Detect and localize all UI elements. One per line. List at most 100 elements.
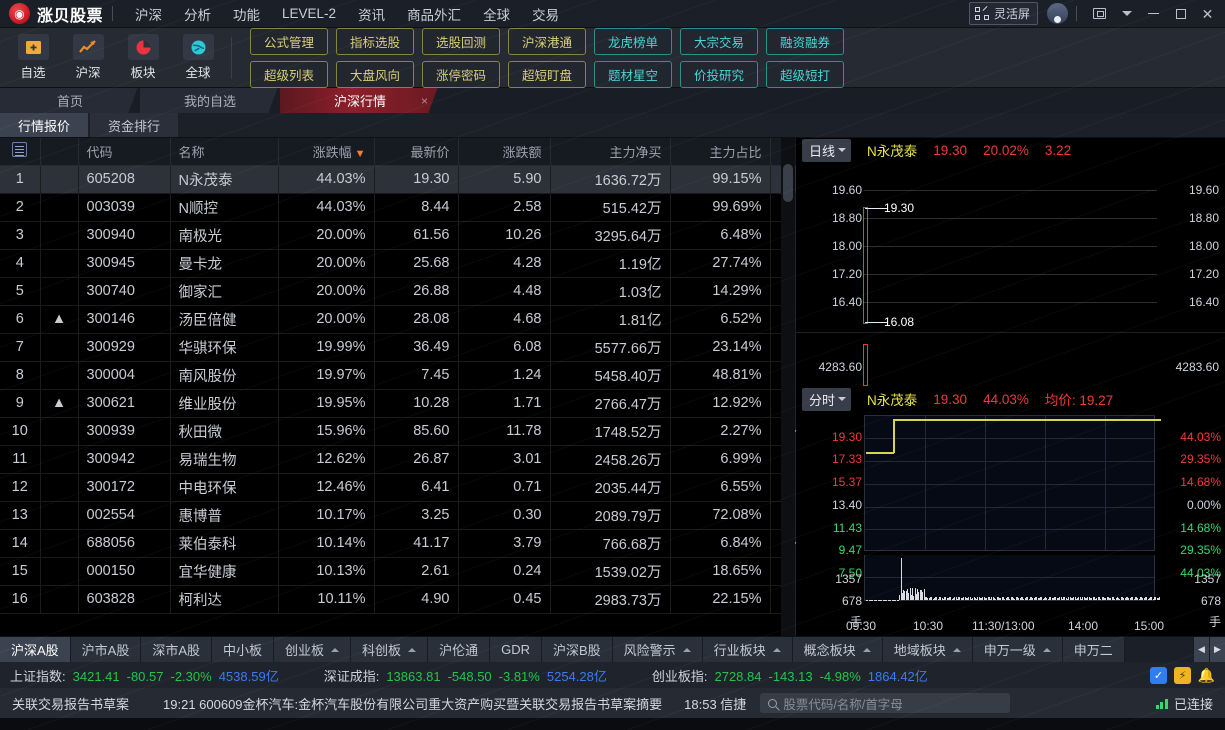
period-select-daily[interactable]: 日线 xyxy=(802,139,851,162)
chevron-up-icon[interactable] xyxy=(408,648,416,652)
scrollbar-thumb[interactable] xyxy=(783,164,793,202)
tab-my-watchlist[interactable]: 我的自选 xyxy=(140,88,280,113)
chevron-up-icon[interactable] xyxy=(773,648,781,652)
menu-item-jiaoyi[interactable]: 交易 xyxy=(521,0,570,28)
table-row[interactable]: 4300945曼卡龙20.00%25.684.281.19亿27.74% xyxy=(0,249,821,277)
table-row[interactable]: 5300740御家汇20.00%26.884.481.03亿14.29% xyxy=(0,277,821,305)
period-select-intraday[interactable]: 分时 xyxy=(802,388,851,411)
chip-dazongjiaoyi[interactable]: 大宗交易 xyxy=(680,28,758,55)
table-row[interactable]: 3300940南极光20.00%61.5610.263295.64万6.48% xyxy=(0,221,821,249)
table-row[interactable]: 9▲300621维业股份19.95%10.281.712766.47万12.92… xyxy=(0,389,821,417)
tab-home[interactable]: 首页 xyxy=(0,88,140,113)
sector-tab[interactable]: 沪深A股 xyxy=(0,637,71,662)
chip-chaoduandingpan[interactable]: 超短盯盘 xyxy=(508,61,586,88)
sector-tab[interactable]: 地域板块 xyxy=(883,637,973,662)
sector-tab[interactable]: 中小板 xyxy=(212,637,274,662)
header-change-pct[interactable]: 涨跌幅▼ xyxy=(278,138,374,165)
chip-chaojiduanda[interactable]: 超级短打 xyxy=(766,61,844,88)
chevron-up-icon[interactable] xyxy=(953,648,961,652)
mail-icon[interactable]: ✓ xyxy=(1150,667,1167,684)
sector-tab[interactable]: 申万二 xyxy=(1063,637,1125,662)
toolbar-button-zixuan[interactable]: 自选 xyxy=(10,34,56,81)
vertical-scrollbar[interactable] xyxy=(781,138,795,636)
table-row[interactable]: 15000150宜华健康10.13%2.610.241539.02万18.65% xyxy=(0,557,821,585)
table-row[interactable]: 12300172中电环保12.46%6.410.712035.44万6.55% xyxy=(0,473,821,501)
chip-rongzirongquan[interactable]: 融资融券 xyxy=(766,28,844,55)
menu-item-shangpinwaihui[interactable]: 商品外汇 xyxy=(396,0,472,28)
chip-gongshiguanli[interactable]: 公式管理 xyxy=(250,28,328,55)
table-row[interactable]: 10300939秋田微15.96%85.6011.781748.52万2.27%… xyxy=(0,417,821,445)
avatar[interactable] xyxy=(1047,3,1068,24)
menu-item-zixun[interactable]: 资讯 xyxy=(347,0,396,28)
chevron-up-icon[interactable] xyxy=(863,648,871,652)
index-sse[interactable]: 上证指数: 3421.41 -80.57 -2.30% 4538.59亿 xyxy=(0,666,279,685)
sector-tab[interactable]: 风险警示 xyxy=(613,637,703,662)
sector-tab[interactable]: 创业板 xyxy=(274,637,351,662)
chevron-up-icon[interactable] xyxy=(683,648,691,652)
chip-hushengangtong[interactable]: 沪深港通 xyxy=(508,28,586,55)
search-input[interactable]: 股票代码/名称/首字母 xyxy=(760,693,1010,713)
sector-tab[interactable]: 深市A股 xyxy=(141,637,212,662)
menu-item-level2[interactable]: LEVEL-2 xyxy=(271,2,347,25)
chevron-up-icon[interactable] xyxy=(331,648,339,652)
table-row[interactable]: 16603828柯利达10.11%4.900.452983.73万22.15% xyxy=(0,585,821,613)
subtab-fund-ranking[interactable]: 资金排行 xyxy=(90,113,178,137)
table-row[interactable]: 14688056莱伯泰科10.14%41.173.79766.68万6.84%- xyxy=(0,529,821,557)
sector-tab[interactable]: 科创板 xyxy=(351,637,428,662)
toolbar-button-quanqiu[interactable]: 全球 xyxy=(175,34,221,81)
sector-tab[interactable]: 行业板块 xyxy=(703,637,793,662)
flex-screen-button[interactable]: 灵活屏 xyxy=(969,2,1038,25)
chip-dapanfengxiang[interactable]: 大盘风向 xyxy=(336,61,414,88)
chip-zhibiaoxuangu[interactable]: 指标选股 xyxy=(336,28,414,55)
menu-item-fenxi[interactable]: 分析 xyxy=(173,0,222,28)
subtab-quotes[interactable]: 行情报价 xyxy=(0,113,88,137)
index-chinext[interactable]: 创业板指: 2728.84 -143.13 -4.98% 1864.42亿 xyxy=(652,666,928,685)
shield-icon[interactable]: ⚡ xyxy=(1174,667,1191,684)
sector-scroll-right-icon[interactable]: ▶ xyxy=(1209,637,1225,662)
sector-tab[interactable]: 概念板块 xyxy=(793,637,883,662)
menu-item-hushen[interactable]: 沪深 xyxy=(124,0,173,28)
menu-item-gongneng[interactable]: 功能 xyxy=(222,0,271,28)
sector-scroll-left-icon[interactable]: ◀ xyxy=(1193,637,1209,662)
header-main-share[interactable]: 主力占比 xyxy=(670,138,770,165)
table-row[interactable]: 6▲300146汤臣倍健20.00%28.084.681.81亿6.52% xyxy=(0,305,821,333)
sector-tab[interactable]: 申万一级 xyxy=(973,637,1063,662)
sector-tab[interactable]: 沪市A股 xyxy=(71,637,142,662)
header-list-icon[interactable] xyxy=(0,138,40,165)
chip-xuanguhuice[interactable]: 选股回测 xyxy=(422,28,500,55)
table-row[interactable]: 13002554惠博普10.17%3.250.302089.79万72.08% xyxy=(0,501,821,529)
chip-jiatouyanjiu[interactable]: 价投研究 xyxy=(680,61,758,88)
sector-tab[interactable]: 沪深B股 xyxy=(542,637,613,662)
table-row[interactable]: 2003039N顺控44.03%8.442.58515.42万99.69% xyxy=(0,193,821,221)
header-main-net-buy[interactable]: 主力净买 xyxy=(550,138,670,165)
chip-chaojiliebiao[interactable]: 超级列表 xyxy=(250,61,328,88)
bell-icon[interactable]: 🔔 xyxy=(1198,667,1215,684)
header-name[interactable]: 名称 xyxy=(170,138,278,165)
maximize-button[interactable] xyxy=(1167,1,1194,27)
close-button[interactable]: ✕ xyxy=(1194,1,1221,27)
index-szse[interactable]: 深证成指: 13863.81 -548.50 -3.81% 5254.28亿 xyxy=(324,666,607,685)
toolbar-button-bankuai[interactable]: 板块 xyxy=(120,34,166,81)
header-last-price[interactable]: 最新价 xyxy=(374,138,458,165)
table-row[interactable]: 7300929华骐环保19.99%36.496.085577.66万23.14% xyxy=(0,333,821,361)
table-row[interactable]: 1605208N永茂泰44.03%19.305.901636.72万99.15% xyxy=(0,165,821,193)
chip-zhangtingmima[interactable]: 涨停密码 xyxy=(422,61,500,88)
chevron-up-icon[interactable] xyxy=(1043,648,1051,652)
toolbar-button-hushen[interactable]: 沪深 xyxy=(65,34,111,81)
sector-tab[interactable]: GDR xyxy=(490,637,542,662)
header-change-amount[interactable]: 涨跌额 xyxy=(458,138,550,165)
status-news-ticker[interactable]: 19:21 600609金杯汽车:金杯汽车股份有限公司重大资产购买暨关联交易报告… xyxy=(129,694,662,713)
table-row[interactable]: 8300004南风股份19.97%7.451.245458.40万48.81% xyxy=(0,361,821,389)
menu-item-quanqiu[interactable]: 全球 xyxy=(472,0,521,28)
table-row[interactable]: 11300942易瑞生物12.62%26.873.012458.26万6.99% xyxy=(0,445,821,473)
close-icon[interactable]: × xyxy=(421,94,428,108)
main-menu: 沪深 分析 功能 LEVEL-2 资讯 商品外汇 全球 交易 xyxy=(124,0,570,28)
header-code[interactable]: 代码 xyxy=(78,138,170,165)
chip-ticaixingkong[interactable]: 题材星空 xyxy=(594,61,672,88)
sector-tab[interactable]: 沪伦通 xyxy=(428,637,490,662)
chip-longhubangdan[interactable]: 龙虎榜单 xyxy=(594,28,672,55)
minimize-button[interactable] xyxy=(1140,1,1167,27)
tab-hushen-quotes[interactable]: 沪深行情 × xyxy=(280,88,440,113)
dropdown-button[interactable] xyxy=(1113,1,1140,27)
snap-layout-button[interactable] xyxy=(1086,1,1113,27)
